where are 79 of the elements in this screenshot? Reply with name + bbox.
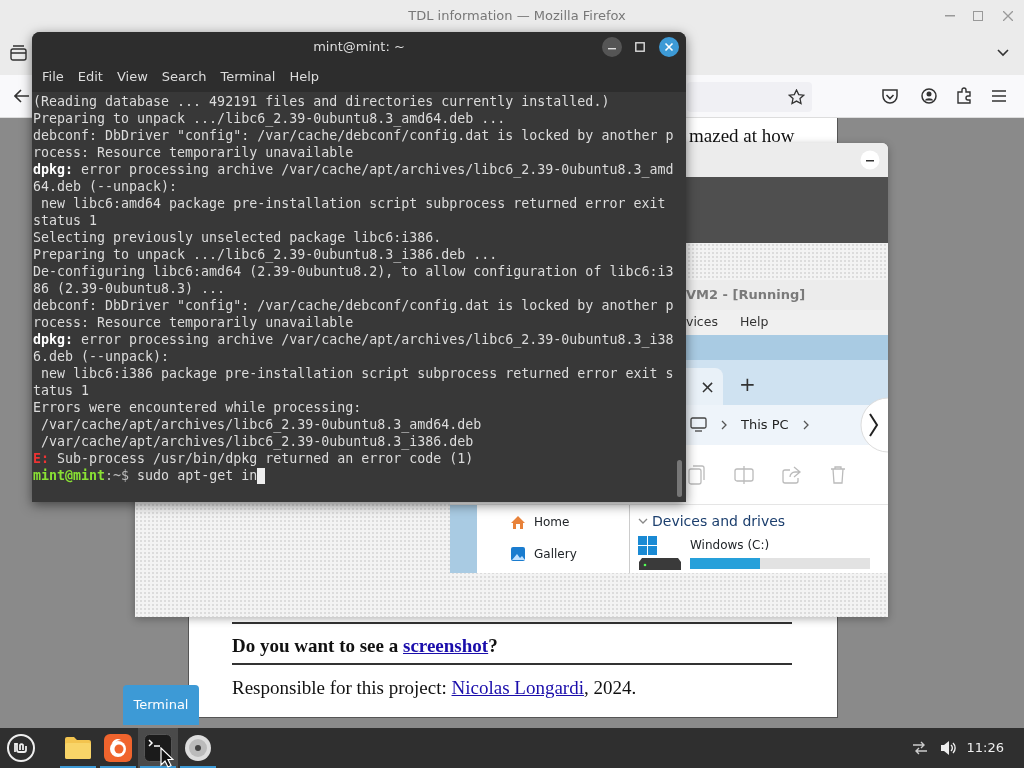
terminal-line: Selecting previously unselected package libc6:i386.	[33, 229, 443, 246]
paragraph-text: mazed at how	[689, 124, 795, 148]
mouse-pointer-icon	[160, 747, 174, 768]
close-button[interactable]	[659, 37, 679, 57]
disc-icon	[184, 734, 212, 762]
menu-item[interactable]: Help	[282, 67, 327, 87]
menu-item[interactable]: vices	[686, 313, 718, 332]
window-title: mint@mint: ~	[313, 38, 405, 57]
chevron-down-icon[interactable]	[997, 49, 1009, 57]
menu-item[interactable]: View	[109, 67, 155, 87]
breadcrumb-item[interactable]: This PC	[741, 415, 789, 435]
terminal-line: /var/cache/apt/archives/libc6_2.39-0ubuntu8.3_amd64.deb	[40, 416, 483, 433]
navigation-pane-edge	[450, 505, 477, 573]
link[interactable]: screenshot	[403, 635, 489, 656]
terminal-line: Preparing to unpack .../libc6_2.39-0ubuntu8.3_amd64.deb ...	[33, 110, 507, 127]
minimize-button[interactable]	[860, 150, 880, 170]
vm-window-title: VM2 - [Running]	[686, 286, 806, 305]
terminal-line: new libc6:i386 package pre-installation script subprocess returned error exit s	[40, 365, 675, 382]
chevron-right-icon	[802, 420, 809, 430]
sidebar-item[interactable]: Home	[510, 513, 629, 531]
section-header[interactable]: Devices and drives	[652, 511, 786, 532]
menu-item[interactable]: File	[35, 67, 71, 87]
pocket-icon[interactable]	[882, 89, 898, 104]
taskbar-app-button[interactable]	[138, 728, 178, 768]
tooltip: Terminal	[123, 685, 199, 725]
terminal-line: Errors were encountered while processing:	[33, 399, 363, 416]
firefox-icon	[104, 734, 132, 762]
extensions-icon[interactable]	[956, 87, 972, 104]
terminal-line: 86 (2.39-0ubuntu8.3) ...	[33, 280, 227, 297]
terminal-line: status 1	[33, 212, 99, 229]
minimize-button[interactable]	[602, 37, 622, 57]
terminal-line: 64.deb (--unpack):	[33, 178, 179, 195]
link[interactable]: Nicolas Longardi	[451, 677, 584, 698]
new-tab-button[interactable]: +	[739, 369, 756, 399]
drive-label[interactable]: Windows (C:)	[690, 536, 870, 554]
monitor-icon	[690, 417, 707, 433]
terminal-line: rocess: Resource temporarily unavailable	[33, 314, 355, 331]
volume-icon[interactable]	[939, 740, 958, 756]
clock[interactable]: 11:26	[966, 738, 1004, 758]
tab-close-button[interactable]: ×	[699, 373, 715, 400]
terminal-line: /var/cache/apt/archives/libc6_2.39-0ubuntu8.3_i386.deb	[40, 433, 475, 450]
back-icon[interactable]	[14, 89, 30, 103]
gallery-icon	[510, 546, 526, 562]
text-cursor	[257, 467, 266, 484]
tab-list-icon[interactable]	[10, 45, 27, 61]
chevron-right-icon	[721, 420, 727, 430]
terminal-line: new libc6:amd64 package pre-installation script subprocess returned error exit	[40, 195, 667, 212]
account-icon[interactable]	[921, 88, 937, 104]
terminal-line: debconf: DbDriver "config": /var/cache/debconf/config.dat is locked by another p	[33, 127, 675, 144]
home-icon	[510, 514, 526, 530]
question-text: Do you want to see a screenshot?	[232, 634, 498, 658]
bookmark-star-icon[interactable]	[788, 89, 805, 105]
window-title: TDL information — Mozilla Firefox	[408, 7, 626, 26]
folder-icon	[64, 736, 92, 760]
menu-item[interactable]: Edit	[70, 67, 110, 87]
terminal-line: (Reading database ... 492191 files and directories currently installed.)	[33, 93, 611, 110]
network-disconnected-icon[interactable]	[911, 740, 930, 756]
terminal-line: 6.deb (--unpack):	[33, 348, 171, 365]
menu-item[interactable]: Help	[739, 313, 769, 332]
scrollbar[interactable]	[677, 460, 682, 497]
terminal-line: dpkg: error processing archive /var/cache/apt/archives/libc6_2.39-0ubuntu8.3_i38	[33, 331, 675, 348]
terminal-line: tatus 1	[33, 382, 91, 399]
sidebar-item[interactable]: Gallery	[510, 545, 629, 563]
terminal-line: De-configuring libc6:amd64 (2.39-0ubuntu8.2), to allow configuration of libc6:i3	[33, 263, 675, 280]
drive-icon	[638, 536, 682, 570]
menu-item[interactable]: Search	[154, 67, 214, 87]
menu-item[interactable]: Terminal	[213, 67, 283, 87]
terminal-line: dpkg: error processing archive /var/cache/apt/archives/libc6_2.39-0ubuntu8.3_amd	[33, 161, 675, 178]
terminal-line: debconf: DbDriver "config": /var/cache/debconf/config.dat is locked by another p	[33, 297, 675, 314]
terminal-prompt-line: mint@mint:~$ sudo apt-get in	[33, 467, 258, 484]
maximize-button[interactable]	[635, 42, 645, 52]
url-field[interactable]	[687, 82, 812, 112]
credit-text: Responsible for this project: Nicolas Longardi, 2024.	[232, 676, 637, 700]
explorer-tab[interactable]: ×	[686, 368, 723, 405]
terminal-line: rocess: Resource temporarily unavailable	[33, 144, 355, 161]
menu-icon[interactable]	[992, 90, 1006, 102]
mint-logo-icon	[6, 733, 36, 763]
terminal-line: Preparing to unpack .../libc6_2.39-0ubuntu8.3_i386.deb ...	[33, 246, 499, 263]
terminal-line: E: Sub-process /usr/bin/dpkg returned an error code (1)	[33, 450, 475, 467]
